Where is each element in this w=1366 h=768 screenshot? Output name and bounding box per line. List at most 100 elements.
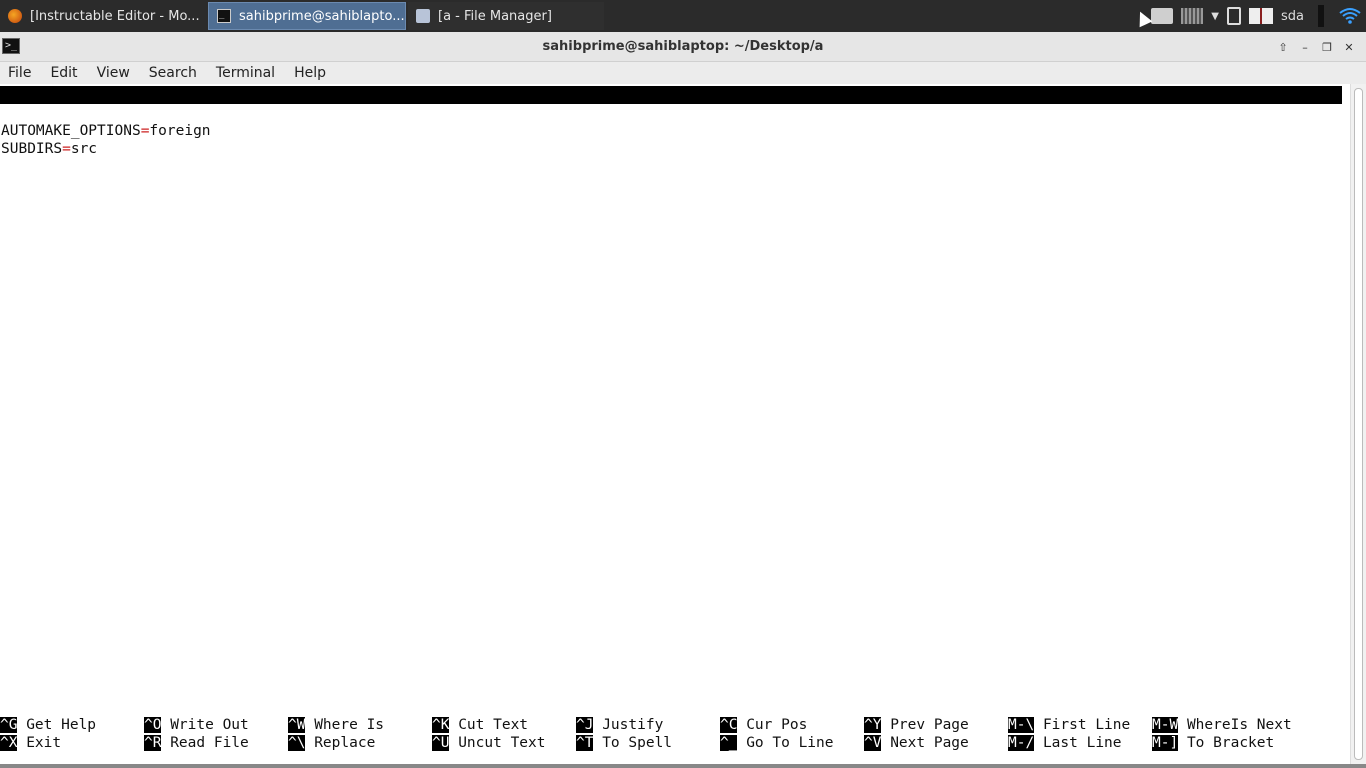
shortcut-item: ^_ Go To Line xyxy=(720,734,834,752)
shortcut-key: ^C xyxy=(720,717,738,733)
shortcut-key: ^O xyxy=(144,717,162,733)
shortcut-item: ^R Read File xyxy=(144,734,249,752)
task-label: [a - File Manager] xyxy=(438,8,552,24)
shortcut-key: ^\ xyxy=(288,735,306,751)
shortcut-key: ^U xyxy=(432,735,450,751)
shortcut-label: Justify xyxy=(602,717,664,733)
window-titlebar[interactable]: >_ sahibprime@sahiblaptop: ~/Desktop/a ⇧… xyxy=(0,32,1366,62)
shortcut-label: Get Help xyxy=(26,717,97,733)
nano-header: GNU nano 2.4.2 File: Makefile.am Modifie… xyxy=(0,86,1342,157)
taskbar-task-file-manager[interactable]: [a - File Manager] xyxy=(408,2,604,30)
line-eq: = xyxy=(62,141,71,157)
shortcut-label: To Spell xyxy=(602,735,673,751)
shortcut-item: ^C Cur Pos xyxy=(720,716,807,734)
chevron-down-icon[interactable]: ▼ xyxy=(1211,6,1219,26)
minimize-icon[interactable]: – xyxy=(1294,39,1316,55)
scroll-thumb[interactable] xyxy=(1354,88,1363,760)
shortcut-label: Where Is xyxy=(314,717,385,733)
editor-line[interactable]: SUBDIRS=src xyxy=(1,140,97,158)
tray-separator xyxy=(1318,5,1324,27)
shortcut-key: ^T xyxy=(576,735,594,751)
wifi-icon[interactable] xyxy=(1338,6,1362,26)
shortcut-item: M-] To Bracket xyxy=(1152,734,1274,752)
task-label: [Instructable Editor - Mo... xyxy=(30,8,200,24)
line-key: AUTOMAKE_OPTIONS xyxy=(1,123,141,139)
shortcut-key: ^G xyxy=(0,717,18,733)
shortcut-key: ^R xyxy=(144,735,162,751)
dictionary-icon[interactable] xyxy=(1249,8,1273,24)
shortcut-item: ^O Write Out xyxy=(144,716,249,734)
shortcut-label: Exit xyxy=(26,735,62,751)
shortcut-key: M-] xyxy=(1152,735,1179,751)
editor-line[interactable]: AUTOMAKE_OPTIONS=foreign xyxy=(1,122,211,140)
nano-filename: File: Makefile.am xyxy=(469,123,618,139)
line-value: foreign xyxy=(149,123,211,139)
menu-search[interactable]: Search xyxy=(149,65,197,81)
shortcut-label: To Bracket xyxy=(1186,735,1275,751)
up-icon[interactable]: ⇧ xyxy=(1272,39,1294,55)
shortcut-label: Write Out xyxy=(170,717,249,733)
maximize-icon[interactable]: ❐ xyxy=(1316,39,1338,55)
close-icon[interactable]: ✕ xyxy=(1338,39,1360,55)
window-controls: ⇧ – ❐ ✕ xyxy=(1272,39,1360,55)
shortcut-key: ^Y xyxy=(864,717,882,733)
shortcut-key: ^W xyxy=(288,717,306,733)
scrollbar[interactable] xyxy=(1350,84,1366,764)
taskbar-task-terminal[interactable]: _ sahibprime@sahiblapto... xyxy=(208,2,406,30)
taskbar-task-browser[interactable]: [Instructable Editor - Mo... xyxy=(0,2,206,30)
drive-label[interactable]: sda xyxy=(1281,6,1304,26)
shortcut-item: ^X Exit xyxy=(0,734,61,752)
menu-view[interactable]: View xyxy=(97,65,130,81)
keyboard-icon[interactable] xyxy=(1181,8,1204,24)
shortcut-key: M-\ xyxy=(1008,717,1035,733)
shortcut-item: M-\ First Line xyxy=(1008,716,1130,734)
shortcut-item: M-W WhereIs Next xyxy=(1152,716,1292,734)
menubar: File Edit View Search Terminal Help xyxy=(0,62,1366,84)
shortcut-key: ^K xyxy=(432,717,450,733)
firefox-icon xyxy=(8,9,22,23)
shortcut-key: ^X xyxy=(0,735,18,751)
shortcut-label: Cur Pos xyxy=(746,717,808,733)
taskbar: [Instructable Editor - Mo... _ sahibprim… xyxy=(0,0,1366,32)
shortcut-label: Cut Text xyxy=(458,717,529,733)
shortcut-item: M-/ Last Line xyxy=(1008,734,1122,752)
shortcut-label: Replace xyxy=(314,735,376,751)
shortcut-label: Prev Page xyxy=(890,717,969,733)
system-tray: ▼ sda xyxy=(1147,0,1366,32)
shortcut-key: M-/ xyxy=(1008,735,1035,751)
terminal-icon: _ xyxy=(217,9,231,23)
shortcut-label: WhereIs Next xyxy=(1186,717,1292,733)
terminal-area[interactable]: GNU nano 2.4.2 File: Makefile.am Modifie… xyxy=(0,84,1350,764)
window-bottom-border xyxy=(0,764,1366,768)
shortcut-key: ^V xyxy=(864,735,882,751)
removable-drive-icon[interactable] xyxy=(1151,8,1174,24)
shortcut-item: ^V Next Page xyxy=(864,734,969,752)
line-value: src xyxy=(70,141,98,157)
shortcut-label: Next Page xyxy=(890,735,969,751)
window-title: sahibprime@sahiblaptop: ~/Desktop/a xyxy=(542,39,824,54)
menu-terminal[interactable]: Terminal xyxy=(216,65,275,81)
shortcut-item: ^J Justify xyxy=(576,716,663,734)
nano-version: GNU nano 2.4.2 xyxy=(18,105,141,121)
shortcut-item: ^Y Prev Page xyxy=(864,716,969,734)
shortcut-item: ^G Get Help xyxy=(0,716,96,734)
shortcut-label: Go To Line xyxy=(746,735,834,751)
task-label: sahibprime@sahiblapto... xyxy=(239,8,405,24)
line-key: SUBDIRS xyxy=(1,141,63,157)
nano-status: Modified xyxy=(1254,141,1324,157)
shortcut-label: First Line xyxy=(1042,717,1131,733)
shortcut-key: M-W xyxy=(1152,717,1179,733)
menu-help[interactable]: Help xyxy=(294,65,326,81)
shortcut-label: Read File xyxy=(170,735,249,751)
folder-icon xyxy=(416,9,430,23)
menu-edit[interactable]: Edit xyxy=(50,65,77,81)
menu-file[interactable]: File xyxy=(8,65,31,81)
shortcut-key: ^_ xyxy=(720,735,738,751)
shortcut-key: ^J xyxy=(576,717,594,733)
shortcut-item: ^U Uncut Text xyxy=(432,734,546,752)
clipboard-icon[interactable] xyxy=(1227,7,1241,25)
shortcut-label: Last Line xyxy=(1042,735,1122,751)
shortcut-item: ^T To Spell xyxy=(576,734,672,752)
shortcut-item: ^W Where Is xyxy=(288,716,384,734)
shortcut-label: Uncut Text xyxy=(458,735,546,751)
